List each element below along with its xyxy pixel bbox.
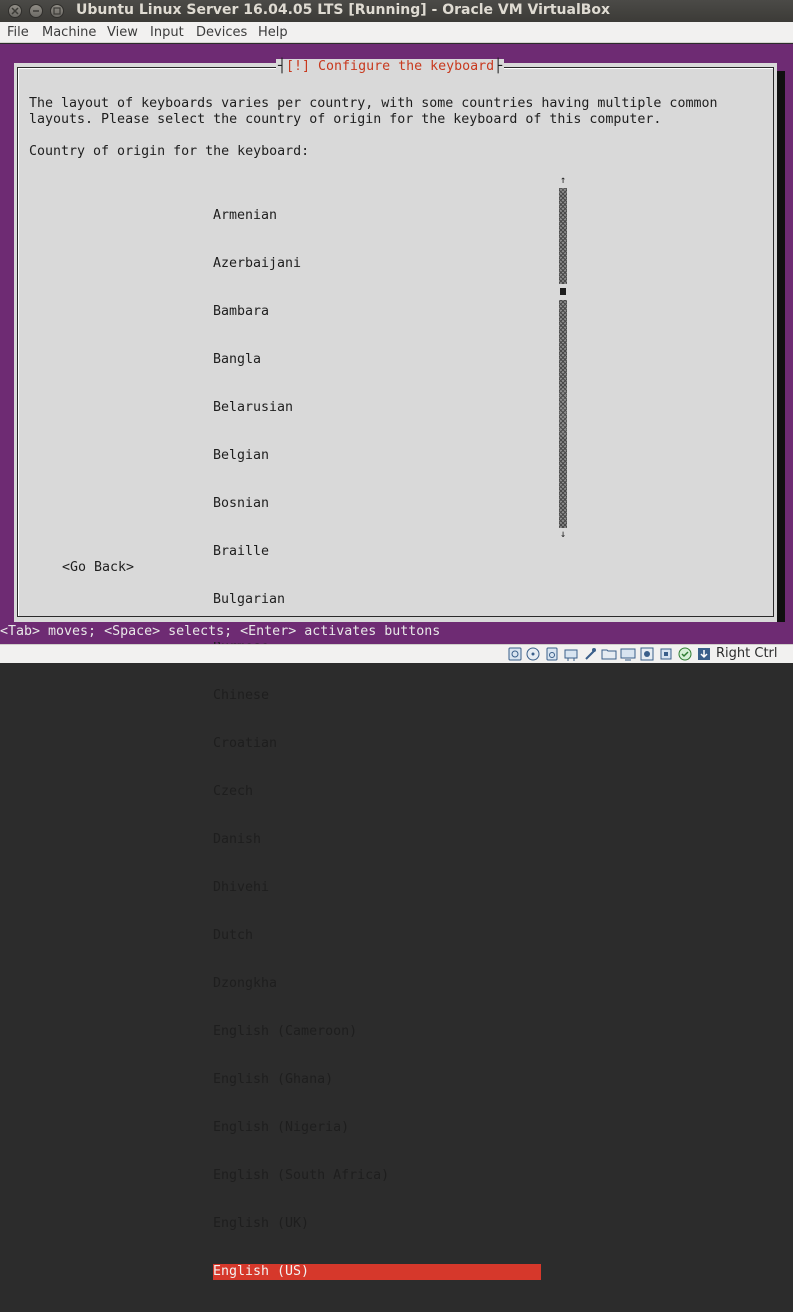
close-icon (11, 7, 19, 15)
list-item[interactable]: Braille (213, 544, 543, 560)
list-item[interactable]: Bangla (213, 352, 543, 368)
list-item[interactable]: Bosnian (213, 496, 543, 512)
list-item[interactable]: Armenian (213, 208, 543, 224)
list-item[interactable]: Dzongkha (213, 976, 543, 992)
display-icon[interactable] (620, 646, 636, 662)
go-back-button[interactable]: <Go Back> (62, 560, 134, 576)
host-key-label: Right Ctrl (716, 646, 778, 661)
list-item[interactable]: English (Ghana) (213, 1072, 543, 1088)
list-item[interactable]: Czech (213, 784, 543, 800)
menu-input[interactable]: Input (150, 25, 184, 40)
scrollbar-track[interactable] (559, 300, 567, 528)
dialog-frame: ┤[!] Configure the keyboard├ The layout … (17, 59, 774, 1280)
vm-screen[interactable]: ┤[!] Configure the keyboard├ The layout … (0, 44, 793, 1280)
menu-bar: File Machine View Input Devices Help (0, 22, 793, 43)
scrollbar-track[interactable] (559, 188, 567, 284)
minimize-icon (33, 10, 39, 12)
usb-icon[interactable] (582, 646, 598, 662)
title-right-border: ├ (494, 59, 503, 74)
list-item[interactable]: English (UK) (213, 1216, 543, 1232)
dialog-title-text: [!] Configure the keyboard (286, 59, 495, 74)
installer-dialog: ┤[!] Configure the keyboard├ The layout … (14, 59, 777, 1280)
maximize-window-button[interactable] (50, 4, 64, 18)
list-item[interactable]: English (Cameroon) (213, 1024, 543, 1040)
list-item[interactable]: Belgian (213, 448, 543, 464)
list-item[interactable]: Dutch (213, 928, 543, 944)
window-title: Ubuntu Linux Server 16.04.05 LTS [Runnin… (76, 2, 611, 18)
video-capture-icon[interactable] (639, 646, 655, 662)
menu-file[interactable]: File (7, 25, 29, 40)
list-item[interactable]: Chinese (213, 688, 543, 704)
menu-devices[interactable]: Devices (196, 25, 247, 40)
scrollbar-thumb[interactable] (560, 288, 566, 295)
network-icon[interactable] (563, 646, 579, 662)
list-item[interactable]: English (South Africa) (213, 1168, 543, 1184)
list-item[interactable]: Bambara (213, 304, 543, 320)
keyboard-country-prompt: Country of origin for the keyboard: (29, 144, 310, 159)
list-item[interactable]: Danish (213, 832, 543, 848)
audio-icon[interactable] (544, 646, 560, 662)
list-item[interactable]: Croatian (213, 736, 543, 752)
list-item[interactable]: English (Nigeria) (213, 1120, 543, 1136)
hard-disk-icon[interactable] (507, 646, 523, 662)
keyboard-capture-icon[interactable] (696, 646, 712, 662)
menu-view[interactable]: View (107, 25, 138, 40)
help-line: <Tab> moves; <Space> selects; <Enter> ac… (0, 622, 793, 642)
scroll-up-arrow-icon[interactable]: ↑ (558, 176, 568, 186)
list-item[interactable]: Belarusian (213, 400, 543, 416)
window-titlebar: Ubuntu Linux Server 16.04.05 LTS [Runnin… (0, 0, 793, 22)
list-item[interactable]: Bulgarian (213, 592, 543, 608)
maximize-icon (53, 7, 61, 15)
list-item-selected[interactable]: English (US) (213, 1264, 541, 1280)
menu-help[interactable]: Help (258, 25, 288, 40)
dialog-title: ┤[!] Configure the keyboard├ (276, 59, 505, 75)
minimize-window-button[interactable] (29, 4, 43, 18)
list-item[interactable]: Azerbaijani (213, 256, 543, 272)
keyboard-country-list[interactable]: Armenian Azerbaijani Bambara Bangla Bela… (213, 176, 543, 1312)
optical-drive-icon[interactable] (525, 646, 541, 662)
dialog-description: The layout of keyboards varies per count… (29, 96, 718, 127)
vm-status-bar: Right Ctrl (0, 644, 793, 663)
menu-machine[interactable]: Machine (42, 25, 96, 40)
title-left-border: ┤ (278, 59, 287, 74)
mouse-integration-icon[interactable] (677, 646, 693, 662)
close-window-button[interactable] (8, 4, 22, 18)
list-item[interactable]: Dhivehi (213, 880, 543, 896)
shared-folders-icon[interactable] (601, 646, 617, 662)
scroll-down-arrow-icon[interactable]: ↓ (558, 530, 568, 540)
cpu-icon[interactable] (658, 646, 674, 662)
